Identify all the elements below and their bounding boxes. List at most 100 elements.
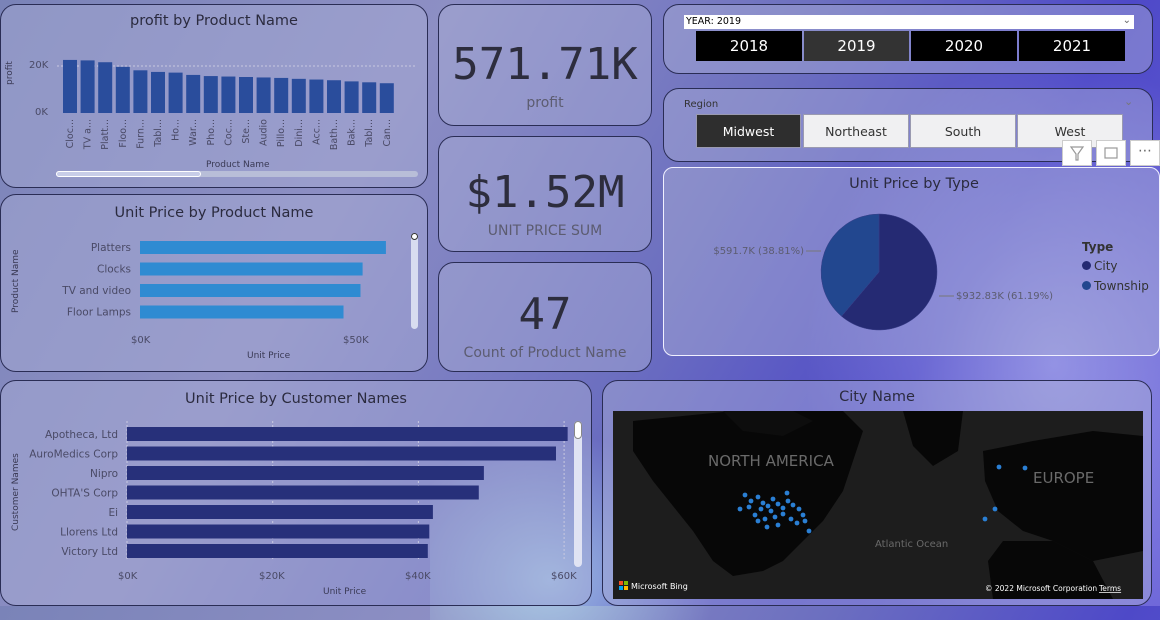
filter-icon[interactable] [1062, 140, 1092, 166]
map-city-dot[interactable] [742, 492, 748, 498]
upc-category-label: Apotheca, Ltd [45, 429, 118, 441]
upp-scroll-handle[interactable] [411, 233, 418, 240]
profit-bar[interactable] [239, 77, 253, 113]
year-option-2021[interactable]: 2021 [1019, 31, 1125, 61]
upc-bar[interactable] [127, 466, 484, 480]
more-options-icon[interactable]: ⋯ [1130, 140, 1160, 166]
map-city-dot[interactable] [784, 490, 790, 496]
profit-bar[interactable] [151, 71, 165, 113]
upc-scroll-thumb[interactable] [574, 421, 582, 439]
pie-legend-city[interactable]: City [1082, 259, 1149, 273]
map-city-dot[interactable] [802, 518, 808, 524]
map-city-dot[interactable] [790, 502, 796, 508]
profit-category-label: War... [188, 119, 199, 146]
kpi-profit-value: 571.71K [452, 39, 638, 90]
year-option-2018[interactable]: 2018 [696, 31, 802, 61]
map-city-dot[interactable] [752, 512, 758, 518]
map-city-dot[interactable] [775, 522, 781, 528]
upp-bar[interactable] [140, 262, 363, 276]
upc-scrollbar[interactable] [574, 421, 582, 567]
map-city-dot[interactable] [794, 520, 800, 526]
profit-bar[interactable] [379, 83, 394, 113]
map-city-dot[interactable] [764, 524, 770, 530]
unit-price-type-pie: $932.83K (61.19%) $591.7K (38.81%) [713, 213, 1053, 331]
map-city-dot[interactable] [780, 505, 786, 511]
map-city-dot[interactable] [788, 516, 794, 522]
kpi-unit-price-card: $1.52M UNIT PRICE SUM [438, 136, 652, 252]
map-city-dot[interactable] [992, 506, 998, 512]
profit-bar[interactable] [168, 72, 183, 113]
region-option-south[interactable]: South [910, 114, 1016, 148]
map-city-dot[interactable] [737, 506, 743, 512]
region-chevron-icon[interactable]: ⌄ [1124, 95, 1133, 108]
upc-category-label: AuroMedics Corp [29, 449, 118, 461]
profit-bar[interactable] [203, 76, 218, 113]
upp-bar[interactable] [140, 284, 361, 297]
profit-bar[interactable] [327, 80, 341, 113]
map-city-dot[interactable] [762, 516, 768, 522]
chevron-down-icon[interactable]: ⌄ [1123, 14, 1131, 28]
map-city-dot[interactable] [806, 528, 812, 534]
region-option-midwest[interactable]: Midwest [696, 114, 801, 148]
profit-bar[interactable] [221, 76, 236, 113]
profit-bar[interactable] [133, 70, 148, 113]
map-city-dot[interactable] [1022, 465, 1028, 471]
map-city-dot[interactable] [796, 506, 802, 512]
map-city-dot[interactable] [755, 518, 761, 524]
profit-chart-title: profit by Product Name [130, 13, 298, 29]
map-city-dot[interactable] [765, 503, 771, 509]
profit-bar[interactable] [362, 82, 377, 113]
upc-bar[interactable] [127, 446, 556, 461]
map-city-dot[interactable] [768, 508, 774, 514]
profit-scrollbar[interactable] [56, 171, 418, 177]
map-city-dot[interactable] [770, 496, 776, 502]
map-city-dot[interactable] [982, 516, 988, 522]
map-city-dot[interactable] [800, 512, 806, 518]
year-option-2020[interactable]: 2020 [911, 31, 1017, 61]
profit-bar[interactable] [63, 59, 77, 113]
profit-bar[interactable] [80, 60, 95, 113]
profit-scroll-thumb[interactable] [56, 171, 201, 177]
profit-category-label: Bak... [347, 119, 358, 146]
upp-category-label: Clocks [97, 264, 131, 276]
map-city-dot[interactable] [996, 464, 1002, 470]
upc-bar[interactable] [127, 505, 433, 519]
profit-bar[interactable] [291, 78, 306, 113]
upp-scrollbar[interactable] [411, 233, 418, 329]
profit-category-label: Pho... [206, 119, 217, 145]
map-city-dot[interactable] [758, 506, 764, 512]
map-city-dot[interactable] [748, 498, 754, 504]
upc-category-label: Victory Ltd [61, 546, 118, 558]
profit-bar[interactable] [186, 74, 201, 113]
profit-bar[interactable] [115, 66, 130, 113]
profit-bar-chart: Cloc... TV a... Platt... Floo... Furn... Tabl… [57, 59, 417, 150]
upp-bar[interactable] [140, 241, 386, 254]
profit-category-label: Tabl... [364, 119, 375, 148]
profit-bar[interactable] [274, 77, 289, 113]
pie-legend-township[interactable]: Township [1082, 279, 1149, 293]
upc-bar[interactable] [127, 544, 428, 558]
upc-bar[interactable] [127, 427, 568, 441]
upc-bar[interactable] [127, 524, 430, 539]
profit-bar[interactable] [98, 62, 113, 113]
upp-tick-0: $0K [131, 335, 151, 346]
map-city-dot[interactable] [785, 498, 791, 504]
map-city-dot[interactable] [780, 511, 786, 517]
map-city-dot[interactable] [775, 501, 781, 507]
upc-bar[interactable] [127, 485, 479, 500]
city-map[interactable]: NORTH AMERICA EUROPE Atlantic Ocean Micr… [613, 411, 1143, 599]
year-slicer-header-text: YEAR: 2019 [686, 16, 742, 27]
upp-bar[interactable] [140, 305, 344, 319]
map-city-dot[interactable] [760, 500, 766, 506]
map-city-dot[interactable] [755, 494, 761, 500]
year-slicer-header[interactable]: YEAR: 2019 ⌄ [684, 15, 1134, 29]
year-option-2019[interactable]: 2019 [804, 31, 909, 61]
focus-mode-icon[interactable] [1096, 140, 1126, 166]
map-city-dot[interactable] [772, 514, 778, 520]
profit-bar[interactable] [256, 77, 271, 113]
region-option-northeast[interactable]: Northeast [803, 114, 909, 148]
profit-bar[interactable] [344, 81, 359, 113]
map-city-dot[interactable] [746, 504, 752, 510]
profit-bar[interactable] [309, 79, 324, 113]
kpi-unit-price-label: UNIT PRICE SUM [487, 223, 603, 239]
